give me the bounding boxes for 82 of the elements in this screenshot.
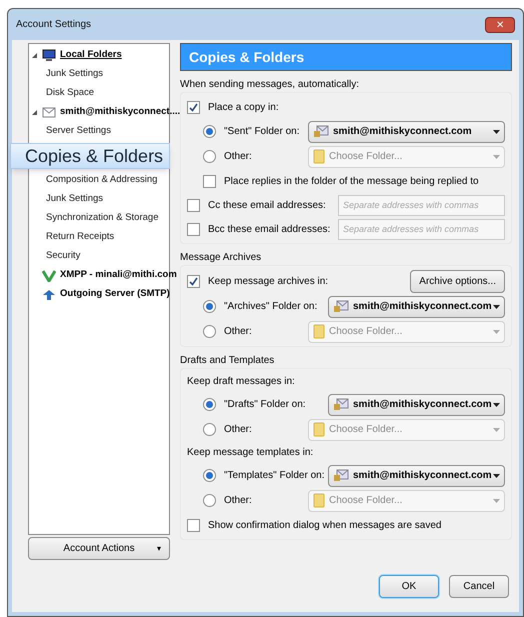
group-label: Keep draft messages in: (187, 375, 295, 389)
folder-icon (313, 149, 325, 164)
checkbox-label: Cc these email addresses: (208, 198, 327, 212)
checkbox[interactable] (187, 274, 200, 288)
sidebar-item[interactable]: Security (32, 247, 80, 266)
email-addresses-field[interactable]: Separate addresses with commas (338, 194, 505, 216)
radio-label: Other: (224, 325, 253, 339)
mail-account-icon (313, 125, 329, 138)
radio-label: Other: (224, 150, 253, 164)
account-item[interactable]: Outgoing Server (SMTP) (32, 285, 170, 304)
checkbox[interactable] (203, 174, 216, 188)
folder-dropdown[interactable]: smith@mithiskyconnect.com (328, 394, 505, 416)
radio-button[interactable] (203, 494, 216, 507)
close-button[interactable]: ✕ (485, 16, 515, 32)
section-title: Drafts and Templates (180, 354, 276, 368)
radio-button[interactable] (203, 423, 216, 436)
email-addresses-field[interactable]: Separate addresses with commas (338, 218, 505, 240)
folder-dropdown[interactable]: smith@mithiskyconnect.com (328, 464, 505, 486)
dropdown-arrow-icon (493, 474, 500, 478)
radio-label: Other: (224, 494, 253, 508)
v-logo-icon (42, 270, 56, 282)
checkbox[interactable] (187, 518, 200, 532)
checkbox-label: Place replies in the folder of the message being replied to (224, 174, 479, 188)
window-title: Account Settings (16, 18, 92, 32)
mail-account-icon (333, 300, 349, 313)
radio-button[interactable] (203, 150, 216, 163)
group-label: Keep message templates in: (187, 446, 314, 460)
server-icon (42, 288, 56, 300)
radio-button[interactable] (203, 469, 216, 482)
folder-icon (313, 422, 325, 437)
checkbox-label: Keep message archives in: (208, 274, 330, 288)
section-title: When sending messages, automatically: (180, 78, 360, 92)
sidebar-item[interactable]: Copies & Folders (10, 143, 170, 169)
checkbox-label: Bcc these email addresses: (208, 222, 330, 236)
mail-account-icon (333, 469, 349, 482)
folder-icon (313, 324, 325, 339)
radio-button[interactable] (203, 325, 216, 338)
radio-label: "Sent" Folder on: (224, 125, 300, 139)
radio-label: "Archives" Folder on: (224, 300, 318, 314)
dropdown-arrow-icon (493, 402, 500, 406)
dropdown-arrow-icon (493, 130, 500, 134)
dialog-button[interactable]: Cancel (449, 574, 509, 598)
account-item[interactable]: smith@mithiskyconnect.... (32, 103, 180, 122)
sidebar-item[interactable]: Synchronization & Storage (32, 209, 158, 228)
expanded-triangle-icon (32, 110, 37, 115)
section-title: Message Archives (180, 251, 262, 265)
radio-label: "Drafts" Folder on: (224, 398, 307, 412)
sidebar-item[interactable]: Server Settings (32, 122, 111, 141)
dropdown-arrow-icon (493, 428, 500, 432)
sidebar-item[interactable]: Junk Settings (32, 65, 104, 84)
account-item[interactable]: Local Folders (32, 46, 122, 65)
envelope-icon (42, 107, 56, 118)
account-item[interactable]: XMPP - minali@mithi.com (32, 266, 177, 285)
checkmark-icon (189, 102, 198, 112)
dropdown-arrow-icon (493, 330, 500, 334)
sidebar-item[interactable]: Disk Space (32, 84, 94, 103)
folder-icon (313, 493, 325, 508)
dropdown-arrow-icon (493, 154, 500, 158)
account-actions-button[interactable]: Account Actions ▾ (28, 537, 170, 560)
checkmark-icon (189, 276, 198, 286)
dialog-button[interactable]: OK (379, 574, 439, 598)
checkbox[interactable] (187, 100, 200, 114)
checkbox[interactable] (187, 222, 200, 236)
sidebar-item[interactable]: Junk Settings (32, 190, 104, 209)
radio-button[interactable] (203, 300, 216, 313)
folder-dropdown[interactable]: smith@mithiskyconnect.com (328, 296, 505, 318)
checkbox-label: Place a copy in: (208, 100, 279, 114)
computer-icon (42, 49, 56, 62)
sidebar-item[interactable]: Return Receipts (32, 228, 114, 247)
radio-label: Other: (224, 423, 253, 437)
archive-options-button[interactable]: Archive options... (410, 270, 505, 292)
sidebar-item[interactable]: Composition & Addressing (32, 171, 158, 190)
checkbox-label: Show confirmation dialog when messages are saved (208, 518, 442, 532)
radio-button[interactable] (203, 398, 216, 411)
mail-account-icon (333, 398, 349, 411)
expanded-triangle-icon (32, 53, 37, 58)
page-header: Copies & Folders (180, 43, 512, 71)
folder-dropdown[interactable]: smith@mithiskyconnect.com (308, 120, 505, 142)
dropdown-arrow-icon (493, 498, 500, 502)
dropdown-arrow-icon (493, 304, 500, 308)
radio-button[interactable] (203, 125, 216, 138)
checkbox[interactable] (187, 198, 200, 212)
